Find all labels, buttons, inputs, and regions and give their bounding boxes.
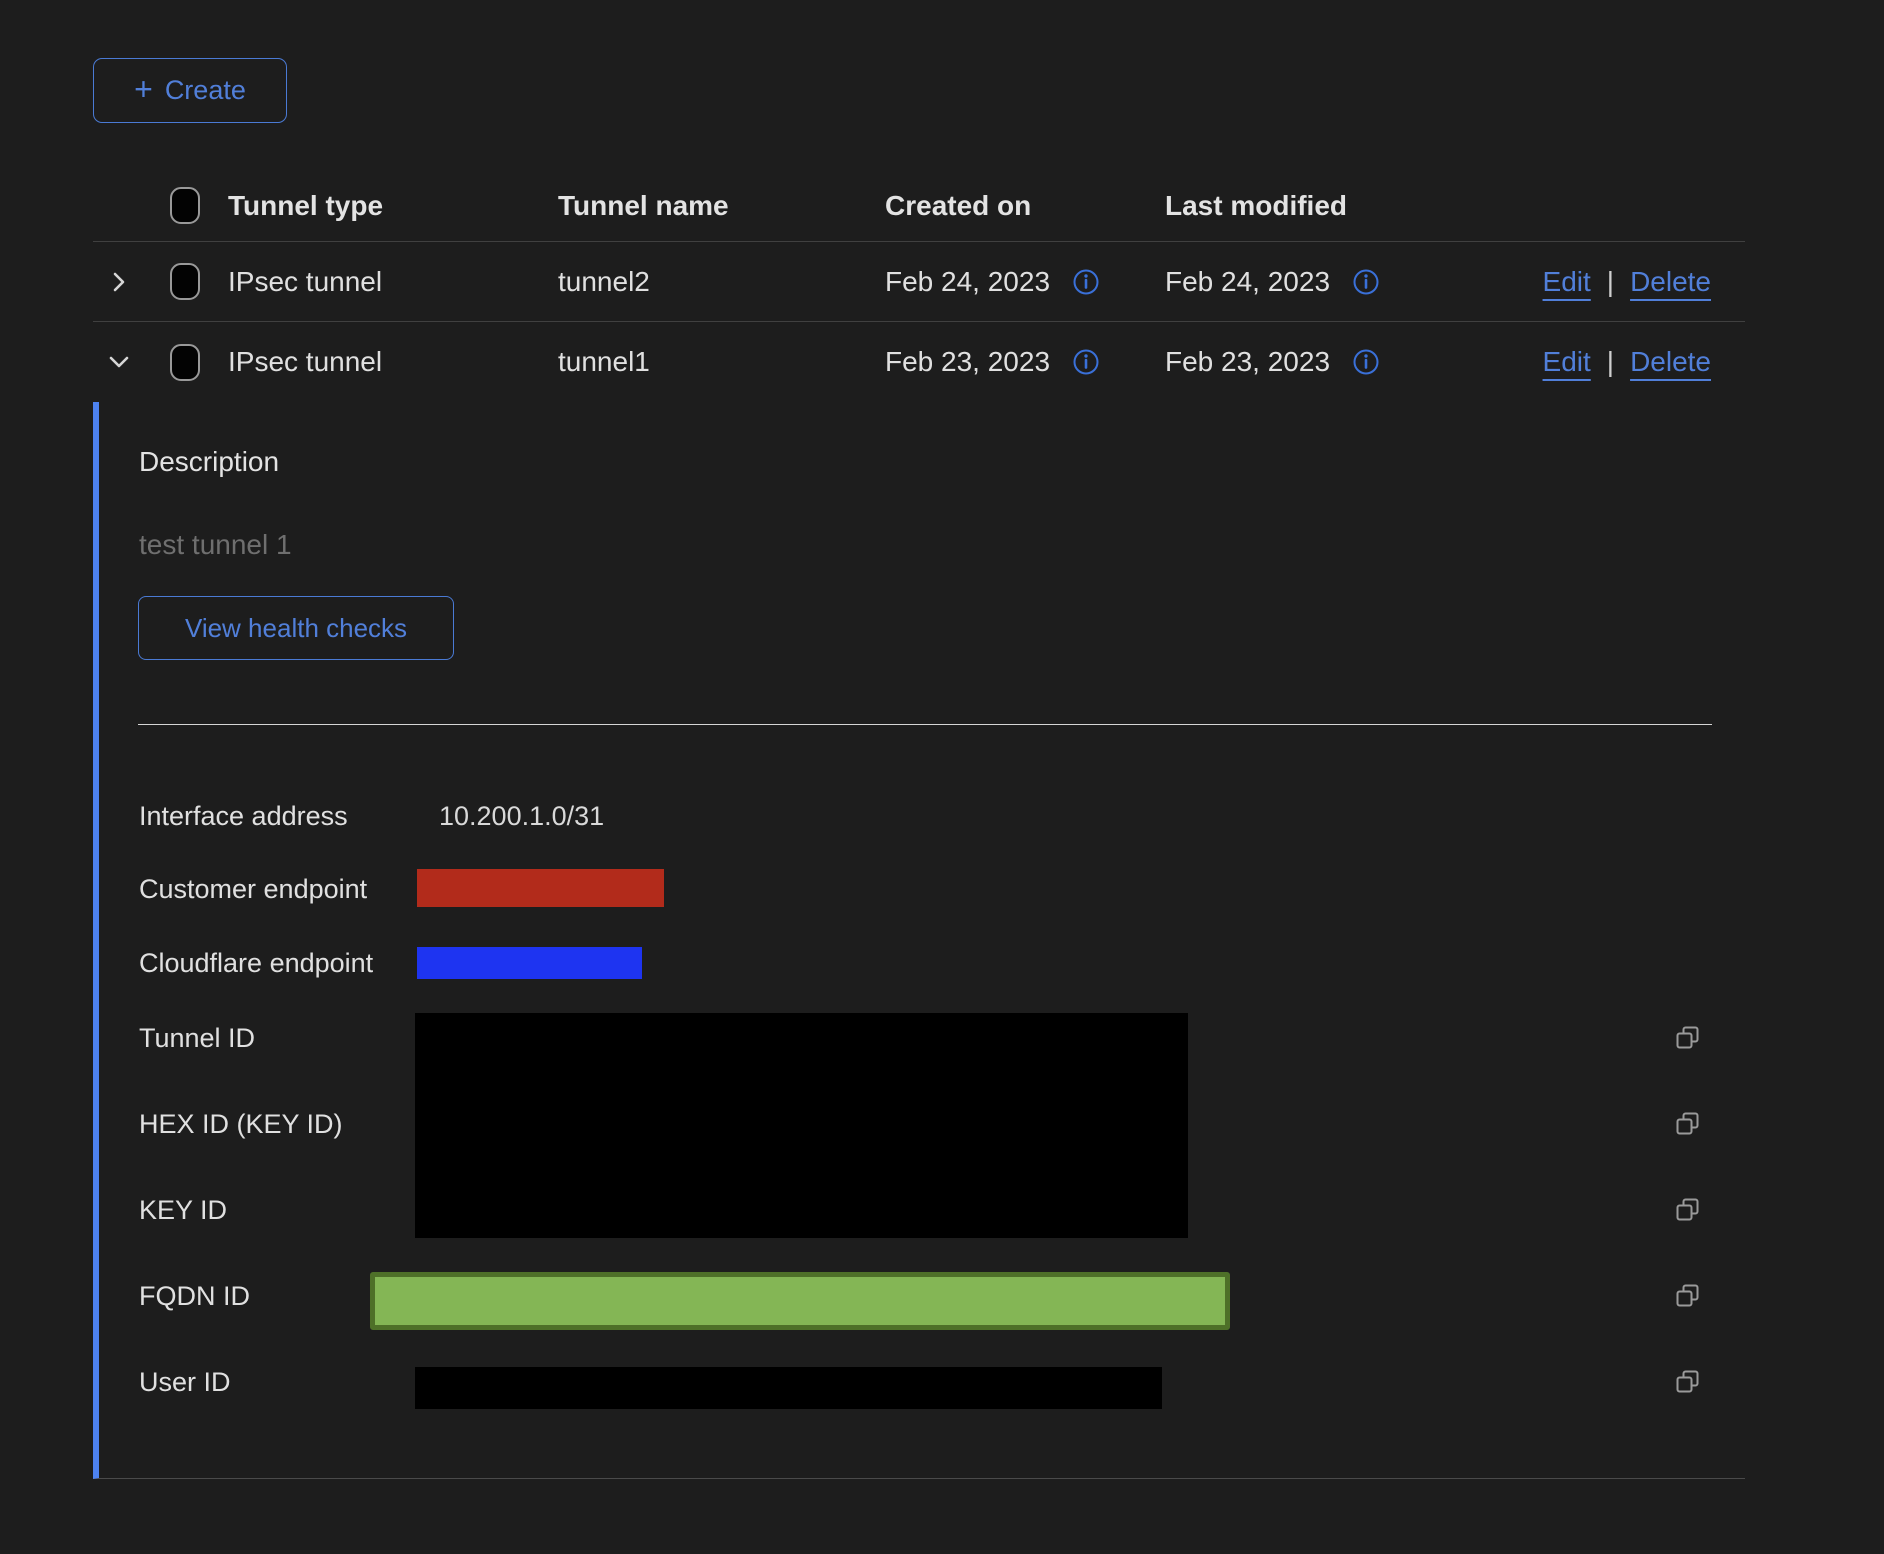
last-modified-cell: Feb 23, 2023 (1165, 346, 1330, 378)
tunnel-name-cell: tunnel2 (558, 266, 885, 298)
description-label: Description (139, 446, 279, 478)
tunnel-table: Tunnel type Tunnel name Created on Last … (93, 170, 1745, 402)
header-last-modified: Last modified (1165, 190, 1541, 222)
table-header-row: Tunnel type Tunnel name Created on Last … (93, 170, 1745, 242)
delete-link[interactable]: Delete (1630, 346, 1711, 378)
edit-link[interactable]: Edit (1543, 346, 1591, 378)
create-button-label: Create (165, 75, 246, 106)
created-on-cell: Feb 24, 2023 (885, 266, 1050, 298)
customer-endpoint-label: Customer endpoint (139, 873, 367, 905)
actions-separator: | (1607, 346, 1614, 378)
edit-link[interactable]: Edit (1543, 266, 1591, 298)
copy-icon[interactable] (1675, 1197, 1701, 1223)
description-value: test tunnel 1 (139, 529, 292, 561)
header-tunnel-name: Tunnel name (558, 190, 885, 222)
tunnel-type-cell: IPsec tunnel (228, 346, 558, 378)
hex-id-label: HEX ID (KEY ID) (139, 1108, 343, 1140)
tunnel-detail-panel: Description test tunnel 1 View health ch… (93, 402, 1745, 1479)
select-all-checkbox[interactable] (170, 187, 200, 224)
created-on-cell: Feb 23, 2023 (885, 346, 1050, 378)
interface-address-label: Interface address (139, 800, 348, 832)
info-circle-icon[interactable] (1072, 268, 1100, 296)
cloudflare-endpoint-label: Cloudflare endpoint (139, 947, 373, 979)
header-tunnel-type: Tunnel type (228, 190, 558, 222)
ids-redacted-block (415, 1013, 1188, 1238)
collapse-row-button[interactable] (93, 347, 141, 377)
actions-separator: | (1607, 266, 1614, 298)
customer-endpoint-redacted-value (417, 869, 664, 907)
copy-icon[interactable] (1675, 1369, 1701, 1395)
table-row: IPsec tunnel tunnel2 Feb 24, 2023 Feb 24… (93, 242, 1745, 322)
table-row: IPsec tunnel tunnel1 Feb 23, 2023 Feb 23… (93, 322, 1745, 402)
tunnel-type-cell: IPsec tunnel (228, 266, 558, 298)
delete-link[interactable]: Delete (1630, 266, 1711, 298)
tunnel-id-label: Tunnel ID (139, 1022, 255, 1054)
copy-icon[interactable] (1675, 1283, 1701, 1309)
info-circle-icon[interactable] (1352, 268, 1380, 296)
create-button[interactable]: + Create (93, 58, 287, 123)
chevron-down-icon (104, 347, 134, 377)
info-circle-icon[interactable] (1352, 348, 1380, 376)
header-created-on: Created on (885, 190, 1165, 222)
row-checkbox[interactable] (170, 344, 200, 381)
panel-divider (138, 724, 1712, 725)
view-health-checks-button[interactable]: View health checks (138, 596, 454, 660)
chevron-right-icon (104, 267, 134, 297)
plus-icon: + (134, 73, 153, 105)
cloudflare-endpoint-redacted-value (417, 947, 642, 979)
tunnel-name-cell: tunnel1 (558, 346, 885, 378)
row-checkbox[interactable] (170, 263, 200, 300)
info-circle-icon[interactable] (1072, 348, 1100, 376)
user-id-redacted-value (415, 1367, 1162, 1409)
copy-icon[interactable] (1675, 1025, 1701, 1051)
fqdn-id-redacted-value (370, 1272, 1230, 1330)
copy-icon[interactable] (1675, 1111, 1701, 1137)
interface-address-value: 10.200.1.0/31 (439, 800, 604, 832)
user-id-label: User ID (139, 1366, 231, 1398)
fqdn-id-label: FQDN ID (139, 1280, 250, 1312)
last-modified-cell: Feb 24, 2023 (1165, 266, 1330, 298)
expand-row-button[interactable] (93, 267, 141, 297)
key-id-label: KEY ID (139, 1194, 227, 1226)
